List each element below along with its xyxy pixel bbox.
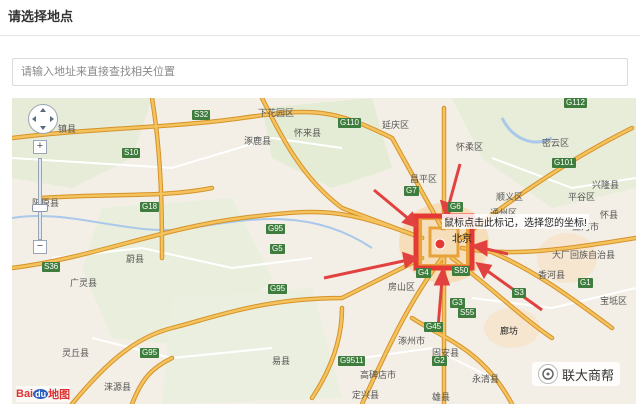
place-label: 大厂回族自治县 <box>552 250 616 260</box>
watermark-text: 联大商帮 <box>562 367 615 383</box>
place-label: 怀来县 <box>294 128 322 138</box>
place-label: 蔚县 <box>126 254 145 264</box>
place-label: 香河县 <box>538 270 566 280</box>
place-label-beijing: 北京 <box>452 234 472 245</box>
place-label: 灵丘县 <box>62 348 90 358</box>
place-label: 雄县 <box>432 392 451 402</box>
highway-shield: G101 <box>552 158 576 168</box>
highway-shield: S50 <box>452 266 471 276</box>
highway-shield: G1 <box>578 278 593 288</box>
zoom-out-button[interactable]: − <box>33 240 47 254</box>
place-label: 涿州市 <box>398 336 426 346</box>
address-search-input[interactable] <box>12 58 628 86</box>
map-view[interactable]: 下花园区 涿鹿县 怀来县 镇县 延庆区 怀柔区 密云区 兴隆县 昌平区 顺义区 … <box>12 98 636 404</box>
highway-shield: G9511 <box>338 356 366 366</box>
place-label: 兴隆县 <box>592 180 620 190</box>
page-header: 请选择地点 <box>0 0 640 36</box>
place-label: 涞源县 <box>104 382 132 392</box>
place-label: 延庆区 <box>382 120 410 130</box>
wechat-account-icon <box>538 364 558 384</box>
zoom-slider-thumb[interactable] <box>32 204 48 212</box>
place-label: 平谷区 <box>568 192 596 202</box>
highway-shield: G6 <box>448 202 463 212</box>
place-label: 昌平区 <box>410 174 438 184</box>
highway-shield: G4 <box>416 268 431 278</box>
highway-shield: G3 <box>450 298 465 308</box>
highway-shield: G2 <box>432 356 447 366</box>
highway-shield: G5 <box>270 244 285 254</box>
place-label: 涿鹿县 <box>244 136 272 146</box>
place-label: 怀县 <box>600 210 619 220</box>
baidu-map-logo: Bai du 地图 <box>16 386 71 402</box>
place-label: 易县 <box>272 356 291 366</box>
highway-shield: S36 <box>42 262 61 272</box>
watermark: 联大商帮 <box>532 362 621 386</box>
logo-text: Bai <box>16 388 34 400</box>
logo-paw-icon: du <box>33 389 49 399</box>
marker-tooltip: 鼠标点击此标记，选择您的坐标! <box>442 214 589 229</box>
highway-shield: G18 <box>140 202 160 212</box>
highway-shield: S10 <box>122 148 141 158</box>
highway-shield: G95 <box>140 348 160 358</box>
place-label: 廊坊 <box>500 326 519 336</box>
zoom-in-button[interactable]: + <box>33 140 47 154</box>
highway-shield: S55 <box>458 308 477 318</box>
place-label: 房山区 <box>388 282 416 292</box>
highway-shield: G45 <box>424 322 444 332</box>
place-label: 密云区 <box>542 138 570 148</box>
place-label: 顺义区 <box>496 192 524 202</box>
highway-shield: G7 <box>404 186 419 196</box>
zoom-slider-track[interactable] <box>38 158 42 240</box>
highway-shield: G112 <box>564 98 587 108</box>
highway-shield: S32 <box>192 110 211 120</box>
highway-shield: G95 <box>268 284 288 294</box>
location-marker <box>434 238 446 250</box>
highway-shield: S3 <box>512 288 526 298</box>
place-label: 宝坻区 <box>600 296 628 306</box>
place-label: 下花园区 <box>258 108 295 118</box>
highway-shield: G110 <box>338 118 361 128</box>
place-label: 镇县 <box>58 124 77 134</box>
logo-text: 地图 <box>48 389 71 401</box>
map-pan-control[interactable] <box>28 104 58 134</box>
pan-arrows-icon <box>32 108 54 130</box>
place-label: 定兴县 <box>352 390 380 400</box>
place-label: 怀柔区 <box>456 142 484 152</box>
place-label: 广灵县 <box>70 278 98 288</box>
place-label: 高碑店市 <box>360 370 397 380</box>
highway-shield: G95 <box>266 224 286 234</box>
page-title: 请选择地点 <box>8 9 74 24</box>
place-label: 永清县 <box>472 374 500 384</box>
